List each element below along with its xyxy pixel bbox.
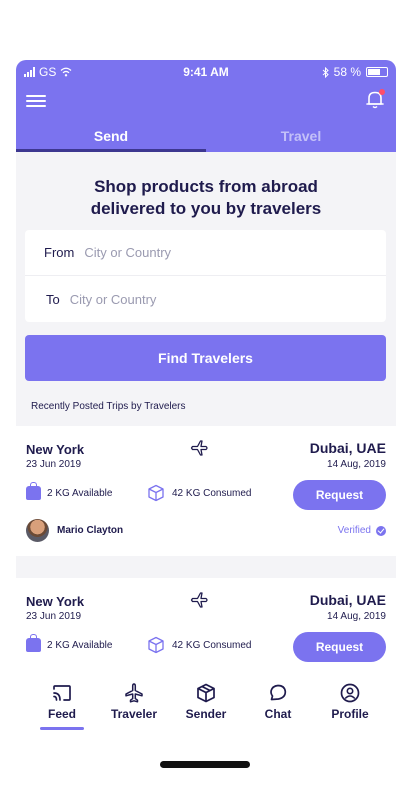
origin-date: 23 Jun 2019	[26, 611, 82, 622]
destination-date: 14 Aug, 2019	[327, 611, 386, 622]
origin-city: New York	[26, 442, 85, 457]
nav-label: Feed	[47, 707, 76, 721]
trip-card[interactable]: New York 23 Jun 2019 Dubai, UAE 14 Aug, …	[16, 578, 396, 672]
plane-icon	[190, 592, 208, 608]
available-weight: 2 KG Available	[26, 634, 113, 652]
available-weight: 2 KG Available	[26, 482, 113, 500]
status-right: 58 %	[322, 65, 388, 79]
to-input[interactable]	[69, 291, 320, 307]
from-input[interactable]	[84, 245, 335, 260]
notification-bell-button[interactable]	[364, 88, 386, 110]
available-label: 2 KG Available	[47, 487, 113, 499]
tab-travel[interactable]: Travel	[206, 120, 396, 152]
hamburger-menu-button[interactable]	[26, 92, 46, 108]
cast-feed-icon	[53, 685, 71, 701]
menu-line	[26, 105, 46, 107]
weight-icon	[26, 634, 41, 652]
chat-bubble-icon	[270, 684, 287, 701]
to-row: To	[25, 276, 386, 322]
trip-card[interactable]: New York 23 Jun 2019 Dubai, UAE 14 Aug, …	[16, 426, 396, 556]
to-label: To	[46, 291, 60, 307]
traveler-name: Mario Clayton	[57, 525, 124, 536]
feed-content[interactable]: Shop products from abroad delivered to y…	[16, 152, 396, 672]
box-icon	[197, 683, 215, 703]
headline-text: Shop products from abroad delivered to y…	[90, 177, 322, 218]
battery-percent: 58 %	[333, 65, 361, 79]
home-indicator[interactable]	[160, 761, 250, 768]
nav-profile[interactable]: Profile	[320, 672, 380, 736]
nav-sender[interactable]: Sender	[176, 672, 236, 736]
verified-badge: Verified	[338, 525, 386, 536]
origin-date: 23 Jun 2019	[26, 459, 82, 470]
verified-label: Verified	[337, 525, 371, 536]
search-form: From To	[25, 230, 386, 322]
check-circle-icon	[376, 525, 386, 536]
consumed-weight: 42 KG Consumed	[147, 484, 252, 502]
consumed-weight: 42 KG Consumed	[147, 636, 252, 654]
nav-label: Profile	[331, 707, 369, 721]
bottom-navigation: Feed Traveler Sender Chat Profile	[16, 672, 396, 736]
plane-icon	[190, 440, 208, 456]
weight-icon	[26, 482, 41, 500]
box-icon	[148, 636, 164, 654]
plane-icon	[125, 683, 143, 703]
request-button[interactable]: Request	[293, 480, 386, 510]
page-headline: Shop products from abroad delivered to y…	[16, 176, 396, 220]
nav-traveler[interactable]: Traveler	[104, 672, 164, 736]
bluetooth-icon	[322, 66, 329, 78]
nav-chat[interactable]: Chat	[248, 672, 308, 736]
mode-tabs: Send Travel	[16, 120, 396, 152]
recent-trips-heading: Recently Posted Trips by Travelers	[31, 401, 186, 412]
traveler-profile-link[interactable]: Mario Clayton	[26, 519, 123, 542]
avatar	[26, 519, 49, 542]
consumed-label: 42 KG Consumed	[172, 487, 252, 499]
destination-date: 14 Aug, 2019	[327, 459, 386, 470]
menu-line	[26, 100, 46, 102]
status-bar: GS 9:41 AM 58 %	[16, 65, 396, 81]
origin-city: New York	[26, 594, 85, 609]
battery-icon	[366, 67, 388, 77]
nav-label: Sender	[185, 707, 227, 721]
phone-screen: GS 9:41 AM 58 % Send Travel Shop product…	[16, 60, 396, 791]
user-circle-icon	[340, 683, 360, 703]
nav-label: Chat	[264, 707, 292, 721]
request-button[interactable]: Request	[293, 632, 386, 662]
from-label: From	[44, 245, 75, 260]
app-header: GS 9:41 AM 58 % Send Travel	[16, 60, 396, 152]
find-travelers-button[interactable]: Find Travelers	[25, 335, 386, 381]
consumed-label: 42 KG Consumed	[172, 639, 252, 651]
nav-label: Traveler	[110, 707, 158, 721]
available-label: 2 KG Available	[47, 639, 113, 651]
tab-send[interactable]: Send	[16, 120, 206, 152]
destination-city: Dubai, UAE	[309, 440, 386, 456]
from-row: From	[25, 230, 386, 276]
notification-dot	[379, 89, 385, 95]
menu-line	[26, 95, 46, 97]
box-icon	[148, 484, 164, 502]
nav-feed[interactable]: Feed	[32, 672, 92, 736]
destination-city: Dubai, UAE	[309, 592, 386, 608]
